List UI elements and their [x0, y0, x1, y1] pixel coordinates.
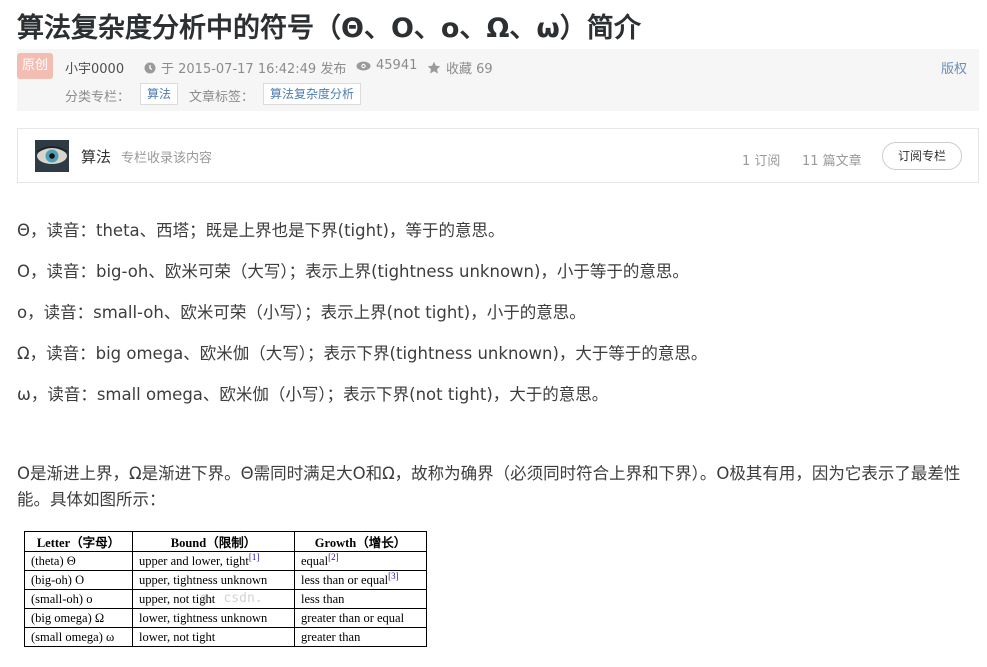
clock-icon [144, 62, 156, 73]
table-row: (small omega) ω lower, not tight greater… [24, 627, 427, 647]
table-cell: equal[2] [294, 551, 427, 571]
table-header: Letter（字母） [24, 531, 133, 552]
author-link[interactable]: 小宇0000 [65, 58, 124, 77]
paragraph-big-oh: Ο，读音：big-oh、欧米可荣（大写）；表示上界(tightness unkn… [17, 262, 689, 281]
table-row: (big omega) Ω lower, tightness unknown g… [24, 608, 427, 628]
original-badge: 原创 [17, 53, 53, 79]
paragraph-big-omega: Ω，读音：big omega、欧米伽（大写）；表示下界(tightness un… [17, 344, 708, 363]
column-subscribers: 1 订阅 [742, 154, 781, 169]
favorite-button[interactable]: 收藏 69 [427, 58, 493, 77]
eye-icon [356, 61, 371, 70]
paragraph-theta: Θ，读音：theta、西塔；既是上界也是下界(tight)，等于的意思。 [17, 221, 505, 240]
footnote-link[interactable]: [2] [328, 552, 339, 562]
column-card: 算法 专栏收录该内容 1 订阅 11 篇文章 订阅专栏 [17, 128, 979, 183]
column-name[interactable]: 算法 [81, 146, 111, 167]
eye-image-icon [35, 140, 69, 172]
table-row: (theta) Θ upper and lower, tight[1] equa… [24, 551, 427, 571]
table-cell: (big-oh) O [24, 570, 133, 590]
table-cell: upper, tightness unknown [132, 570, 295, 590]
paragraph-summary: Ο是渐进上界，Ω是渐进下界。Θ需同时满足大Ο和Ω，故称为确界（必须同时符合上界和… [17, 464, 961, 509]
table-cell: lower, tightness unknown [132, 608, 295, 628]
paragraph-small-omega: ω，读音：small omega、欧米伽（小写）；表示下界(not tight)… [17, 385, 609, 404]
table-cell: (small-oh) o [24, 589, 133, 609]
paragraph-small-oh: ο，读音：small-oh、欧米可荣（小写）；表示上界(not tight)，小… [17, 303, 586, 322]
publish-date: 于 2015-07-17 16:42:49 发布 [144, 58, 346, 77]
view-count: 45941 [356, 58, 417, 73]
table-cell: greater than [294, 627, 427, 647]
table-cell: lower, not tight [132, 627, 295, 647]
article-meta: 原创 小宇0000 于 2015-07-17 16:42:49 发布 45941… [17, 49, 979, 111]
column-desc: 专栏收录该内容 [121, 151, 213, 166]
date-text: 于 2015-07-17 16:42:49 发布 [161, 62, 347, 77]
article-tag-label: 文章标签： [189, 90, 255, 105]
subscribe-column-button[interactable]: 订阅专栏 [882, 142, 962, 170]
table-header-row: Letter（字母） Bound（限制） Growth（增长） [24, 531, 427, 552]
star-icon [427, 61, 441, 73]
table-cell: upper and lower, tight[1] [132, 551, 295, 571]
table-cell: greater than or equal [294, 608, 427, 628]
views-text: 45941 [376, 58, 418, 73]
table-header: Bound（限制） [132, 531, 295, 552]
notation-table: Letter（字母） Bound（限制） Growth（增长） (theta) … [24, 531, 427, 647]
table-cell: less than [294, 589, 427, 609]
article-title: 算法复杂度分析中的符号（Θ、Ο、ο、Ω、ω）简介 [17, 13, 641, 44]
image-watermark: g. csdn. [200, 591, 263, 606]
table-cell: less than or equal[3] [294, 570, 427, 590]
footnote-link[interactable]: [3] [388, 571, 399, 581]
copyright-link[interactable]: 版权 [941, 58, 967, 77]
column-article-count: 11 篇文章 [802, 154, 862, 169]
column-avatar[interactable] [35, 140, 69, 172]
category-tag[interactable]: 算法 [140, 83, 179, 105]
table-cell: (small omega) ω [24, 627, 133, 647]
footnote-link[interactable]: [1] [249, 552, 260, 562]
table-cell: (theta) Θ [24, 551, 133, 571]
table-row: (big-oh) O upper, tightness unknown less… [24, 570, 427, 590]
table-cell: (big omega) Ω [24, 608, 133, 628]
favorites-text: 收藏 69 [446, 62, 493, 77]
article-tag[interactable]: 算法复杂度分析 [263, 83, 362, 105]
table-header: Growth（增长） [294, 531, 427, 552]
category-label: 分类专栏： [65, 90, 131, 105]
